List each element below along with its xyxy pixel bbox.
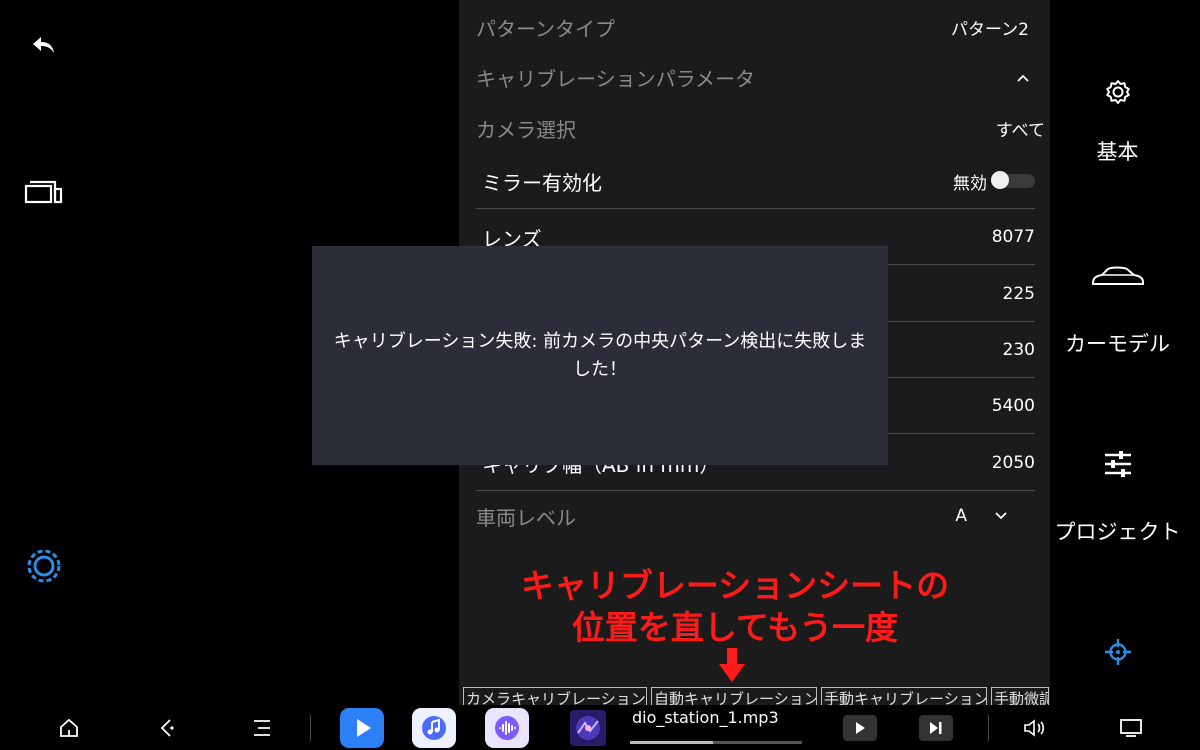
volume-icon[interactable] bbox=[1018, 705, 1052, 750]
param-value[interactable]: 230 bbox=[1003, 340, 1035, 360]
left-rail bbox=[0, 0, 90, 705]
tab-basic[interactable]: 基本 bbox=[1050, 78, 1185, 166]
back-icon[interactable] bbox=[22, 24, 66, 68]
right-tab-bar: 基本 カーモデル プロジェクト bbox=[1050, 0, 1200, 705]
playback-progress[interactable] bbox=[630, 741, 802, 744]
sliders-icon bbox=[1104, 451, 1131, 477]
camera-view-icon[interactable] bbox=[22, 170, 66, 214]
calibration-button-strip: カメラキャリブレーション 自動キャリブレーション 手動キャリブレーション 手動微… bbox=[463, 687, 1049, 705]
tab-calibration[interactable] bbox=[1050, 638, 1185, 666]
crosshair-icon bbox=[1104, 639, 1131, 665]
tab-project[interactable]: プロジェクト bbox=[1050, 450, 1185, 546]
voice-recorder-app-icon[interactable] bbox=[483, 705, 531, 750]
back-nav-icon[interactable] bbox=[150, 705, 184, 750]
music-app-icon[interactable] bbox=[410, 705, 458, 750]
calib-width-value[interactable]: 2050 bbox=[992, 453, 1035, 473]
pattern-type-row[interactable]: パターンタイプ パターン2 bbox=[476, 12, 1035, 42]
settings-gear-icon[interactable] bbox=[22, 544, 66, 588]
calibration-error-dialog: キャリブレーション失敗: 前カメラの中央パターン検出に失敗しました！ bbox=[312, 246, 888, 465]
track-title: dio_station_1.mp3 bbox=[632, 708, 779, 727]
playback-progress-fill bbox=[630, 741, 713, 744]
system-taskbar: dio_station_1.mp3 bbox=[0, 705, 1200, 750]
skip-next-icon bbox=[930, 721, 942, 734]
home-icon[interactable] bbox=[52, 705, 86, 750]
vehicle-level-select[interactable]: A bbox=[955, 506, 1007, 526]
play-button[interactable] bbox=[842, 705, 878, 750]
annotation-line-1: キャリブレーションシートの bbox=[520, 566, 950, 605]
vehicle-level-value: A bbox=[955, 506, 967, 526]
annotation-line-2: 位置を直してもう一度 bbox=[571, 608, 899, 647]
mirror-enable-label: ミラー有効化 bbox=[482, 170, 602, 195]
pattern-type-label: パターンタイプ bbox=[476, 16, 615, 41]
menu-icon[interactable] bbox=[245, 705, 279, 750]
divider bbox=[476, 490, 1035, 491]
taskbar-separator bbox=[310, 715, 311, 741]
chevron-down-icon bbox=[995, 512, 1007, 520]
mirror-toggle[interactable]: 無効 bbox=[953, 169, 1035, 194]
camera-calibration-button[interactable]: カメラキャリブレーション bbox=[463, 687, 647, 705]
calibration-params-label: キャリブレーションパラメータ bbox=[476, 66, 755, 91]
param-value[interactable]: 5400 bbox=[992, 396, 1035, 416]
manual-fine-tune-button[interactable]: 手動微調整 bbox=[991, 687, 1049, 705]
error-message: キャリブレーション失敗: 前カメラの中央パターン検出に失敗しました！ bbox=[333, 330, 867, 380]
chevron-up-icon[interactable] bbox=[1017, 67, 1029, 87]
camera-select-label: カメラ選択 bbox=[476, 117, 576, 142]
mirror-enable-row[interactable]: ミラー有効化 無効 bbox=[476, 166, 1035, 196]
toggle-knob[interactable] bbox=[991, 171, 1009, 189]
lens-value[interactable]: 8077 bbox=[992, 227, 1035, 247]
camera-select-row[interactable]: カメラ選択 すべて bbox=[476, 113, 1045, 143]
vehicle-level-label: 車両レベル bbox=[476, 505, 576, 530]
next-track-button[interactable] bbox=[918, 705, 954, 750]
vehicle-level-row[interactable]: 車両レベル A bbox=[476, 501, 1035, 531]
tab-project-label: プロジェクト bbox=[1054, 520, 1181, 544]
manual-calibration-button[interactable]: 手動キャリブレーション bbox=[821, 687, 987, 705]
auto-calibration-button[interactable]: 自動キャリブレーション bbox=[651, 687, 817, 705]
mirror-toggle-state: 無効 bbox=[953, 173, 987, 194]
gear-icon bbox=[1105, 80, 1130, 104]
album-art-thumbnail[interactable] bbox=[568, 705, 608, 750]
camera-select-value[interactable]: すべて bbox=[996, 116, 1045, 141]
play-icon bbox=[856, 721, 865, 734]
param-value[interactable]: 225 bbox=[1003, 284, 1035, 304]
calibration-params-row[interactable]: キャリブレーションパラメータ bbox=[476, 62, 1035, 92]
divider bbox=[476, 208, 1035, 209]
pattern-type-value[interactable]: パターン2 bbox=[951, 15, 1029, 40]
display-icon[interactable] bbox=[1114, 705, 1148, 750]
tab-car-model[interactable]: カーモデル bbox=[1050, 264, 1185, 358]
arrow-down-icon bbox=[719, 648, 745, 682]
tab-basic-label: 基本 bbox=[1096, 140, 1139, 164]
taskbar-separator bbox=[988, 715, 989, 741]
car-icon bbox=[1091, 266, 1144, 285]
instruction-annotation: キャリブレーションシートの 位置を直してもう一度 bbox=[490, 565, 980, 649]
toggle-track[interactable] bbox=[991, 171, 1035, 189]
tab-car-model-label: カーモデル bbox=[1065, 332, 1170, 356]
video-player-app-icon[interactable] bbox=[338, 705, 386, 750]
